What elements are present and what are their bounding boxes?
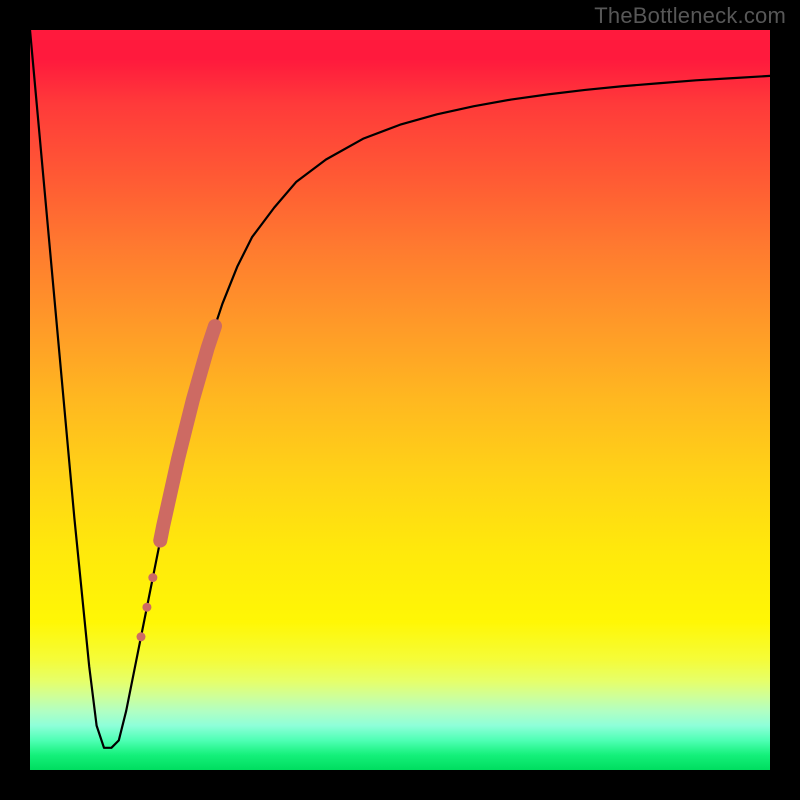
highlight-beads xyxy=(137,326,216,641)
chart-overlay-svg xyxy=(30,30,770,770)
plot-area xyxy=(30,30,770,770)
bead-segment-main xyxy=(160,326,215,541)
chart-frame: TheBottleneck.com xyxy=(0,0,800,800)
bead-dot xyxy=(142,603,151,612)
attribution-label: TheBottleneck.com xyxy=(594,3,786,29)
bead-dot xyxy=(137,632,146,641)
bead-dot xyxy=(154,535,166,547)
bead-dot xyxy=(148,573,157,582)
attribution-text: TheBottleneck.com xyxy=(594,3,786,29)
